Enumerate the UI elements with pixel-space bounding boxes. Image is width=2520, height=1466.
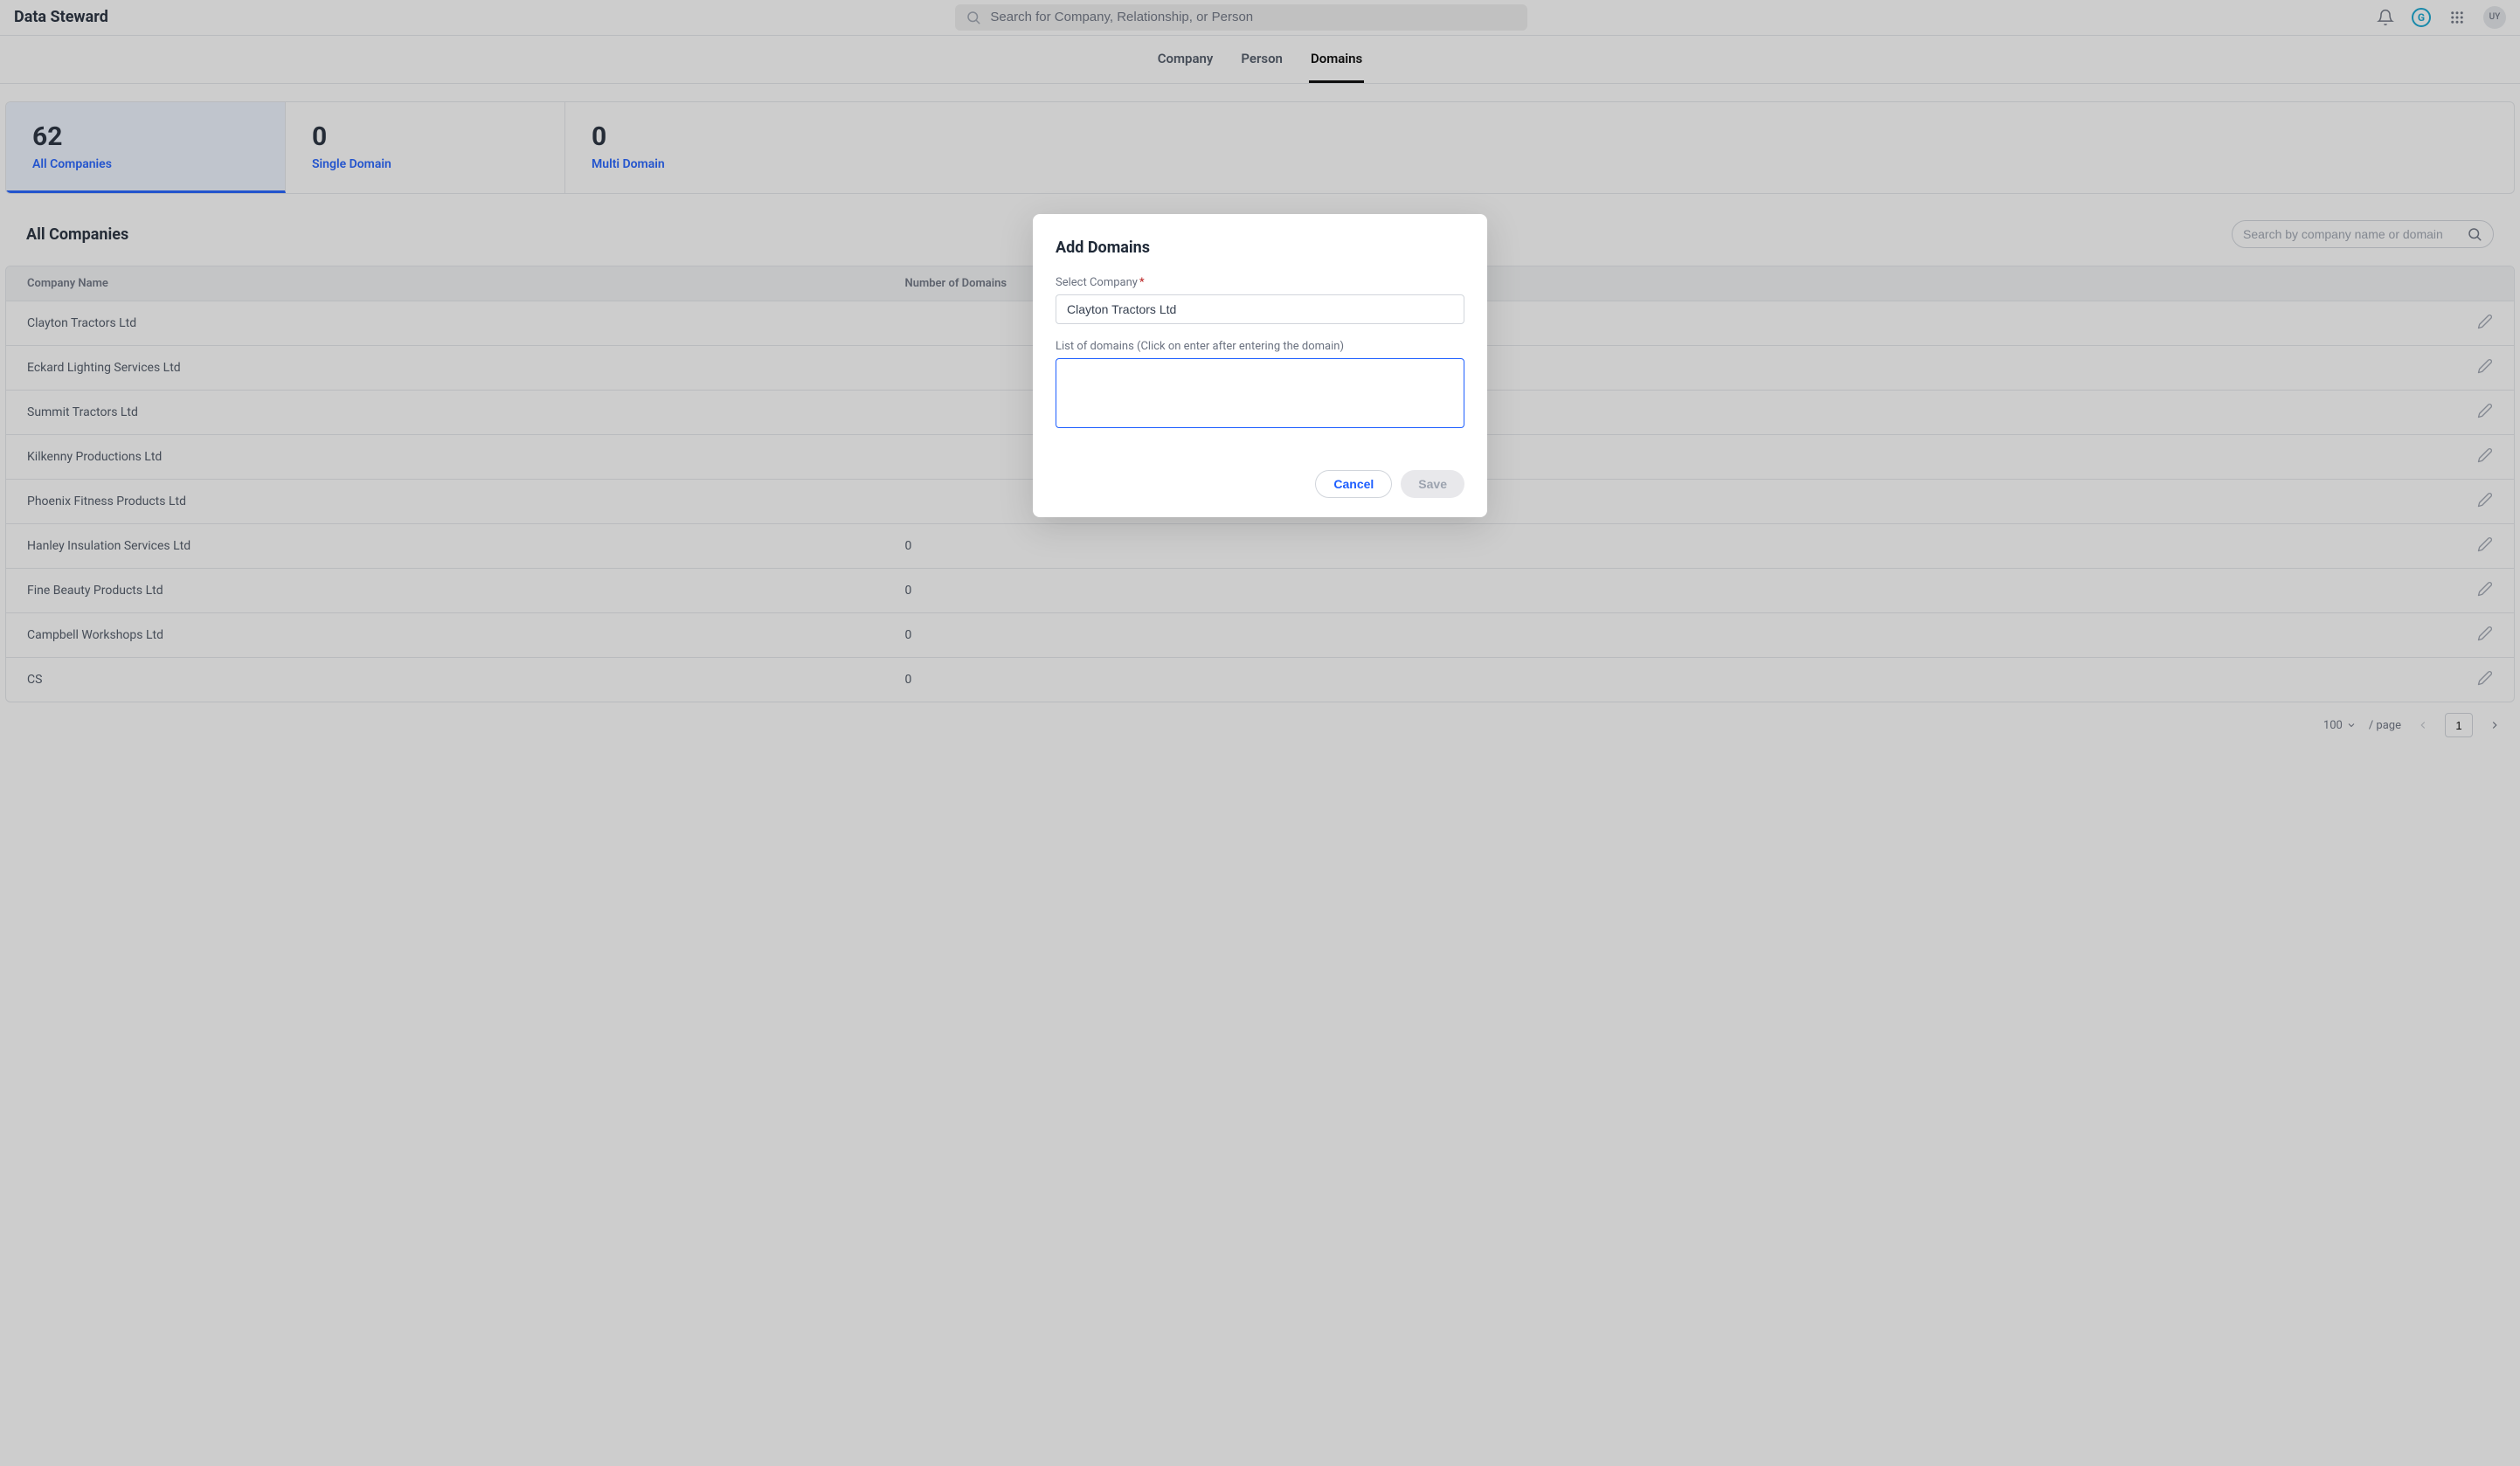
select-company-label: Select Company* bbox=[1056, 276, 1464, 289]
list-domains-label: List of domains (Click on enter after en… bbox=[1056, 340, 1464, 353]
modal-title: Add Domains bbox=[1056, 239, 1464, 257]
modal-overlay: Add Domains Select Company* List of doma… bbox=[0, 0, 2520, 1466]
domains-textarea[interactable] bbox=[1056, 358, 1464, 428]
save-button[interactable]: Save bbox=[1401, 470, 1464, 498]
cancel-button[interactable]: Cancel bbox=[1315, 470, 1392, 498]
select-company-input[interactable] bbox=[1056, 294, 1464, 324]
add-domains-modal: Add Domains Select Company* List of doma… bbox=[1033, 214, 1487, 517]
